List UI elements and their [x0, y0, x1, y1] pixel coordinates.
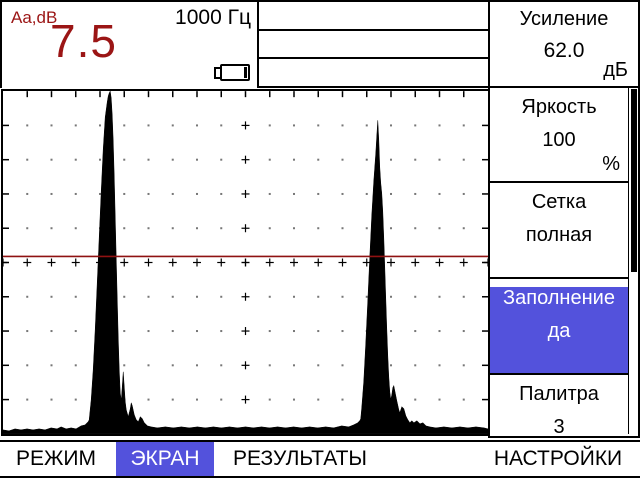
menu-item-mode[interactable]: РЕЖИМ: [0, 442, 112, 476]
brightness-value: 100: [490, 129, 628, 152]
battery-charge-bar: [244, 67, 247, 78]
frequency-readout: 1000 Гц: [175, 6, 251, 30]
result-slot-2: [257, 29, 490, 60]
fill-value: да: [490, 320, 628, 343]
grid-value: полная: [490, 224, 628, 247]
palette-label: Палитра: [490, 383, 628, 406]
settings-sidebar: Яркость 100 % Сетка полная Заполнение да…: [488, 88, 640, 438]
sidebar-item-fill[interactable]: Заполнение да: [490, 287, 638, 375]
flaw-detector-screen: Aa,dB 7.5 1000 Гц Усиление 62.0 дБ Яркос…: [0, 0, 640, 480]
ascan-display: [1, 89, 490, 436]
measurement-panel: Aa,dB 7.5 1000 Гц: [0, 0, 257, 88]
brightness-label: Яркость: [490, 96, 628, 119]
gain-panel[interactable]: Усиление 62.0 дБ: [488, 0, 640, 88]
battery-icon: [214, 64, 250, 81]
grid-label: Сетка: [490, 191, 628, 214]
gain-unit: дБ: [603, 59, 628, 82]
battery-body: [220, 64, 250, 81]
result-slots: [257, 0, 490, 88]
gain-label: Усиление: [490, 8, 638, 31]
menu-item-settings[interactable]: НАСТРОЙКИ: [478, 442, 638, 476]
measurement-value: 7.5: [50, 14, 117, 68]
menu-item-screen[interactable]: ЭКРАН: [116, 442, 214, 476]
scrollbar-thumb[interactable]: [631, 89, 637, 272]
brightness-unit: %: [602, 153, 620, 176]
ascan-waveform: [3, 91, 488, 434]
fill-label: Заполнение: [490, 287, 628, 310]
palette-value: 3: [490, 416, 628, 439]
main-menu: РЕЖИМ ЭКРАН РЕЗУЛЬТАТЫ НАСТРОЙКИ: [0, 440, 640, 478]
sidebar-scrollbar[interactable]: [628, 88, 638, 434]
menu-item-results[interactable]: РЕЗУЛЬТАТЫ: [213, 442, 387, 476]
sidebar-item-brightness[interactable]: Яркость 100 %: [490, 96, 638, 183]
result-slot-3: [257, 57, 490, 88]
sidebar-item-grid[interactable]: Сетка полная: [490, 191, 638, 279]
result-slot-1: [257, 0, 490, 31]
